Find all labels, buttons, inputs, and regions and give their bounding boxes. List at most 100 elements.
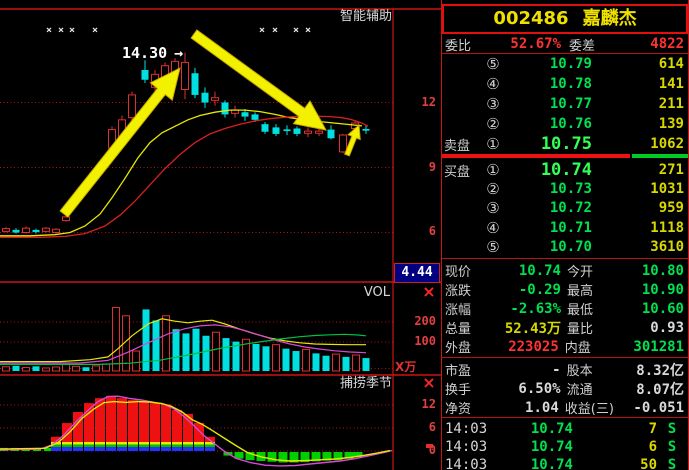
buy-level-row-1[interactable]: 买盘①10.74271: [442, 160, 688, 180]
tick-time: 14:03: [442, 439, 491, 455]
stock-app-screen: 智能辅助 14.30→ ×××××××× 12 9 6 4.44 VOL × 2…: [0, 0, 689, 470]
level-volume: 959: [592, 200, 688, 216]
signal-x-mark: ×: [293, 26, 299, 36]
commission-row: 委比 52.67% 委差 4822: [442, 35, 688, 53]
chart-canvas[interactable]: [0, 0, 441, 470]
level-price: 10.75: [508, 134, 592, 154]
level-price: 10.76: [508, 116, 592, 132]
close-vol-pane-icon[interactable]: ×: [421, 285, 437, 299]
separator: [442, 258, 688, 259]
tick-time: 14:03: [442, 421, 491, 437]
fundamental-stat-row: 市盈-股本8.32亿: [442, 360, 688, 379]
trade-tick-row: 14:0310.746S: [442, 438, 688, 456]
stat-label: 总量: [442, 318, 487, 337]
level-volume: 139: [592, 116, 688, 132]
sell-level-row-3[interactable]: ③10.77211: [442, 94, 688, 114]
main-ytick-12: 12: [408, 96, 436, 109]
buy-level-row-2[interactable]: ②10.731031: [442, 179, 688, 199]
stat-value: -0.051: [633, 400, 688, 416]
stat-label: 今开: [567, 261, 637, 280]
commission-diff-value: 4822: [615, 36, 688, 52]
level-price: 10.77: [508, 96, 592, 112]
level-price: 10.71: [508, 220, 592, 236]
vol-ytick-200: 200: [408, 315, 436, 328]
signal-x-mark: ×: [92, 26, 98, 36]
tick-side: S: [657, 439, 687, 455]
buy-level-row-4[interactable]: ④10.711118: [442, 218, 688, 238]
stat-value: 223025: [486, 339, 559, 355]
tick-volume: 50: [573, 457, 657, 470]
sell-level-row-1[interactable]: 卖盘①10.751062: [442, 134, 688, 154]
signal-x-mark: ×: [305, 26, 311, 36]
stock-name: 嘉麟杰: [583, 8, 637, 29]
level-number: ⑤: [478, 238, 508, 256]
stat-value: -: [487, 362, 561, 378]
sell-ratio-segment: [442, 154, 630, 158]
buy-sell-ratio-bar: [442, 154, 688, 158]
stat-value: 8.07亿: [636, 379, 688, 399]
trade-tick-row: 14:0310.7450S: [442, 456, 688, 470]
indicator-axis-marker: [426, 444, 433, 448]
quote-stat-row: 涨幅-2.63%最低10.60: [442, 299, 688, 318]
stat-label: 外盘: [442, 337, 486, 356]
tick-side: S: [657, 457, 687, 470]
stat-label: 股本: [567, 360, 637, 379]
level-volume: 1062: [592, 136, 688, 152]
level-price: 10.78: [508, 76, 592, 92]
stat-label: 涨跌: [442, 280, 487, 299]
buy-level-row-5[interactable]: ⑤10.703610: [442, 237, 688, 257]
axis-price-tag: 4.44: [394, 263, 440, 283]
stat-value: 0.93: [637, 320, 688, 336]
level-number: ③: [478, 95, 508, 113]
level-price: 10.73: [508, 181, 592, 197]
close-indicator-pane-icon[interactable]: ×: [421, 376, 437, 390]
level-volume: 141: [592, 76, 688, 92]
separator: [442, 357, 688, 358]
quote-stat-row: 涨跌-0.29最高10.90: [442, 280, 688, 299]
level-number: ⑤: [478, 55, 508, 73]
signal-x-mark: ×: [58, 26, 64, 36]
quote-stat-row: 总量52.43万量比0.93: [442, 318, 688, 337]
big-down-arrow: [191, 30, 326, 130]
tick-side: S: [657, 421, 687, 437]
buy-level-row-3[interactable]: ③10.72959: [442, 198, 688, 218]
separator: [442, 417, 688, 418]
stat-label: 最低: [567, 299, 637, 318]
tick-time: 14:03: [442, 457, 491, 470]
stat-value: 6.50%: [487, 381, 561, 397]
tick-price: 10.74: [491, 457, 573, 470]
stat-value: 10.80: [637, 263, 688, 279]
tick-volume: 6: [573, 439, 657, 455]
signal-x-mark: ×: [272, 26, 278, 36]
level-number: ①: [478, 161, 508, 179]
stat-value: 301281: [633, 339, 688, 355]
vol-ytick-100: 100: [408, 335, 436, 348]
fundamental-stat-row: 净资1.04收益(三)-0.051: [442, 398, 688, 417]
fundamental-stat-row: 换手6.50%流通8.07亿: [442, 379, 688, 398]
level-volume: 614: [592, 56, 688, 72]
quote-stat-row: 现价10.74今开10.80: [442, 261, 688, 280]
price-annotation: 14.30→: [122, 44, 183, 62]
stat-value: 1.04: [486, 400, 559, 416]
sell-level-row-5[interactable]: ⑤10.79614: [442, 54, 688, 74]
tick-price: 10.74: [491, 421, 573, 437]
level-price: 10.74: [508, 160, 592, 180]
stat-label: 收益(三): [565, 398, 634, 417]
stat-value: 8.32亿: [636, 360, 688, 380]
trade-tick-row: 14:0310.747S: [442, 420, 688, 438]
big-up-arrow: [60, 68, 180, 217]
level-volume: 211: [592, 96, 688, 112]
tick-price: 10.74: [491, 439, 573, 455]
sell-level-row-2[interactable]: ②10.76139: [442, 114, 688, 134]
small-up-arrow: [345, 125, 361, 156]
signal-x-mark: ×: [69, 26, 75, 36]
level-number: ④: [478, 219, 508, 237]
ind-ytick-6: 6: [408, 421, 436, 434]
level-number: ②: [478, 115, 508, 133]
order-side-label: 卖盘: [442, 135, 478, 154]
main-ytick-6: 6: [408, 225, 436, 238]
sell-level-row-4[interactable]: ④10.78141: [442, 74, 688, 94]
level-price: 10.79: [508, 56, 592, 72]
stock-title: 002486嘉麟杰: [442, 4, 688, 34]
commission-ratio-value: 52.67%: [485, 36, 561, 52]
